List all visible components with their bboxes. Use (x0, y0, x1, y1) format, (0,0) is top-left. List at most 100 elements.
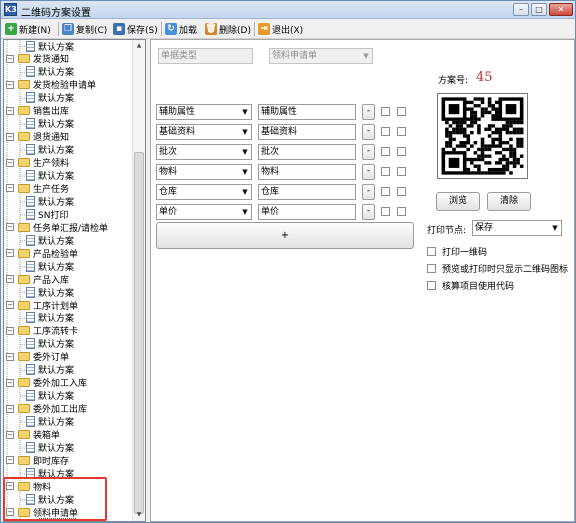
collapse-toggle-icon[interactable]: − (6, 430, 14, 439)
tree-leaf-item[interactable]: 默认方案 (26, 338, 74, 350)
option-use-item-code[interactable]: 核算项目使用代码 (427, 279, 514, 292)
field-option-checkbox-a[interactable] (381, 147, 390, 156)
new-button[interactable]: + 新建(N) (5, 21, 51, 37)
maximize-button[interactable]: □ (531, 3, 547, 16)
browse-button[interactable]: 浏览 (436, 192, 480, 211)
field-caption-input[interactable]: 物料 (258, 164, 356, 180)
field-option-checkbox-b[interactable] (397, 147, 406, 156)
scroll-up-arrow-icon[interactable]: ▲ (133, 40, 145, 52)
remove-field-button[interactable]: - (362, 144, 375, 160)
field-option-checkbox-b[interactable] (397, 127, 406, 136)
field-option-checkbox-a[interactable] (381, 127, 390, 136)
field-option-checkbox-a[interactable] (381, 187, 390, 196)
tree-leaf-item[interactable]: 默认方案 (26, 66, 74, 78)
tree-scroll-thumb[interactable] (134, 152, 144, 514)
tree-folder-item[interactable]: − 即时库存 (6, 454, 69, 467)
tree-leaf-item[interactable]: 默认方案 (26, 286, 74, 299)
tree-leaf-item[interactable]: 默认方案 (26, 118, 74, 130)
field-select[interactable]: 单价 ▼ (156, 204, 252, 220)
field-select[interactable]: 基础资料 ▼ (156, 124, 252, 140)
scroll-down-arrow-icon[interactable]: ▼ (133, 509, 145, 521)
collapse-toggle-icon[interactable]: − (6, 249, 14, 258)
tree-folder-item[interactable]: − 产品检验单 (6, 247, 78, 260)
print-node-select[interactable]: 保存 ▼ (472, 220, 562, 236)
tree-folder-item[interactable]: − 工序计划单 (6, 299, 78, 312)
field-option-checkbox-a[interactable] (381, 107, 390, 116)
tree-leaf-item[interactable]: 默认方案 (26, 92, 74, 104)
clear-button[interactable]: 清除 (487, 192, 531, 211)
remove-field-button[interactable]: - (362, 164, 375, 180)
tree-folder-item[interactable]: − 装箱单 (6, 429, 60, 441)
tree-folder-item[interactable]: − 销售出库 (6, 105, 69, 117)
collapse-toggle-icon[interactable]: − (6, 456, 14, 465)
field-caption-input[interactable]: 单价 (258, 204, 356, 220)
tree-leaf-item[interactable]: 默认方案 (26, 390, 74, 402)
tree-folder-item[interactable]: − 委外加工入库 (6, 377, 87, 389)
collapse-toggle-icon[interactable]: − (6, 275, 14, 284)
tree-leaf-item[interactable]: 默认方案 (26, 312, 74, 324)
field-option-checkbox-b[interactable] (397, 107, 406, 116)
field-caption-input[interactable]: 仓库 (258, 184, 356, 200)
field-caption-input[interactable]: 批次 (258, 144, 356, 160)
tree-scrollbar[interactable]: ▲ ▼ (132, 40, 145, 521)
field-option-checkbox-a[interactable] (381, 207, 390, 216)
tree-leaf-item[interactable]: 默认方案 (26, 40, 74, 53)
option-show-qr-only[interactable]: 预览或打印时只显示二维码图标 (427, 262, 568, 275)
remove-field-button[interactable]: - (362, 184, 375, 200)
copy-button[interactable]: ❐ 复制(C) (62, 21, 107, 37)
tree-folder-item[interactable]: − 发货检验申请单 (6, 79, 96, 91)
tree-folder-item[interactable]: − 产品入库 (6, 273, 69, 286)
field-option-checkbox-b[interactable] (397, 207, 406, 216)
field-caption-input[interactable]: 辅助属性 (258, 104, 356, 120)
field-caption-input[interactable]: 基础资料 (258, 124, 356, 140)
remove-field-button[interactable]: - (362, 104, 375, 120)
tree-folder-item[interactable]: − 退货通知 (6, 131, 69, 143)
collapse-toggle-icon[interactable]: − (6, 184, 14, 193)
save-button[interactable]: ▪ 保存(S) (113, 21, 158, 37)
collapse-toggle-icon[interactable]: − (6, 326, 14, 335)
tree-folder-item[interactable]: − 生产任务 (6, 182, 69, 195)
collapse-toggle-icon[interactable]: − (6, 404, 14, 413)
collapse-toggle-icon[interactable]: − (6, 378, 14, 387)
remove-field-button[interactable]: - (362, 124, 375, 140)
show-qr-only-checkbox[interactable] (427, 264, 436, 273)
exit-button[interactable]: ⇥ 退出(X) (258, 21, 303, 37)
collapse-toggle-icon[interactable]: − (6, 54, 14, 63)
tree-folder-item[interactable]: − 任务单汇报/请检单 (6, 221, 108, 234)
delete-button[interactable]: 🗑 删除(D) (205, 21, 251, 37)
collapse-toggle-icon[interactable]: − (6, 132, 14, 141)
field-option-checkbox-b[interactable] (397, 187, 406, 196)
tree-leaf-item[interactable]: SN打印 (26, 208, 68, 221)
collapse-toggle-icon[interactable]: − (6, 158, 14, 167)
add-field-button[interactable]: + (156, 222, 414, 249)
field-select[interactable]: 物料 ▼ (156, 164, 252, 180)
field-select[interactable]: 仓库 ▼ (156, 184, 252, 200)
scheme-tree[interactable]: 默认方案 − 发货通知 默认方案 − 发货检验申请单 默认方案 − 销售出库 默认方案 − 退货通知默… (3, 39, 146, 522)
use-item-code-checkbox[interactable] (427, 281, 436, 290)
collapse-toggle-icon[interactable]: − (6, 80, 14, 89)
field-select[interactable]: 批次 ▼ (156, 144, 252, 160)
collapse-toggle-icon[interactable]: − (6, 106, 14, 115)
print-barcode-checkbox[interactable] (427, 247, 436, 256)
tree-folder-item[interactable]: − 生产领料 (6, 157, 69, 169)
close-button[interactable]: ✕ (549, 3, 573, 16)
remove-field-button[interactable]: - (362, 204, 375, 220)
field-option-checkbox-a[interactable] (381, 167, 390, 176)
collapse-toggle-icon[interactable]: − (6, 223, 14, 232)
tree-leaf-item[interactable]: 默认方案 (26, 260, 74, 273)
tree-leaf-item[interactable]: 默认方案 (26, 441, 74, 454)
tree-leaf-item[interactable]: 默认方案 (26, 170, 74, 182)
collapse-toggle-icon[interactable]: − (6, 301, 14, 309)
minimize-button[interactable]: – (513, 3, 529, 16)
load-button[interactable]: ↻ 加载 (165, 21, 197, 37)
doc-type-select[interactable]: 领料申请单 ▼ (269, 48, 373, 64)
tree-leaf-item[interactable]: 默认方案 (26, 364, 74, 376)
tree-folder-item[interactable]: − 委外加工出库 (6, 403, 87, 415)
option-print-barcode[interactable]: 打印一维码 (427, 245, 487, 258)
tree-folder-item[interactable]: − 工序流转卡 (6, 325, 78, 337)
field-option-checkbox-b[interactable] (397, 167, 406, 176)
tree-leaf-item[interactable]: 默认方案 (26, 195, 74, 208)
tree-leaf-item[interactable]: 默认方案 (26, 416, 74, 428)
tree-folder-item[interactable]: − 委外订单 (6, 351, 69, 363)
tree-leaf-item[interactable]: 默认方案 (26, 144, 74, 156)
